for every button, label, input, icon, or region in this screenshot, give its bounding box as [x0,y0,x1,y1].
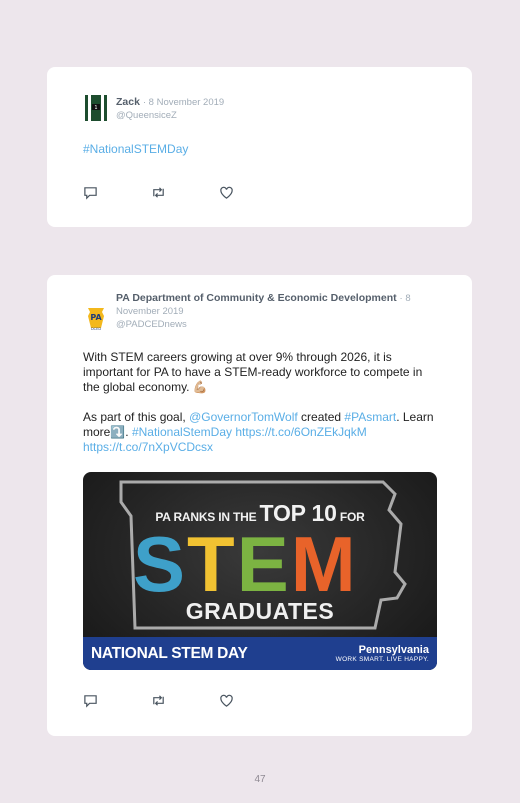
stem-word: STEM [133,524,358,604]
retweet-icon [153,694,164,706]
tweet-paragraph-2: As part of this goal, @GovernorTomWolf c… [83,410,438,455]
tweet-meta: PA Department of Community & Economic De… [116,292,442,331]
author-handle[interactable]: @PADCEDnews [116,318,442,331]
reply-icon [84,186,97,200]
stem-letter-m: M [290,520,358,608]
tweet-meta: Zack · 8 November 2019 @QueensiceZ [116,96,442,122]
like-button[interactable] [219,692,287,708]
hashtag-link[interactable]: #NationalSTEMDay [83,142,438,157]
text-segment: As part of this goal, [83,410,190,424]
text-segment: created [297,410,345,424]
page-number: 47 [254,774,266,785]
pa-brand-logo: Pennsylvania WORK SMART. LIVE HAPPY. [336,644,429,664]
retweet-button[interactable] [151,184,219,200]
url-link[interactable]: https://t.co/6OnZEkJqkM [235,425,366,439]
keystone-avatar-icon: PA DCED [83,305,109,331]
avatar-subtext: DCED [91,327,101,331]
stem-letter-t: T [187,520,237,608]
tweet-date[interactable]: · 8 November 2019 [143,97,224,108]
brand-tagline: WORK SMART. LIVE HAPPY. [335,655,429,663]
author-name[interactable]: PA Department of Community & Economic De… [116,292,397,304]
tweet-actions [83,184,287,200]
avatar[interactable]: 1 [83,95,109,121]
reply-icon [84,694,97,708]
retweet-icon [153,186,164,198]
stem-letter-e: E [236,520,291,608]
like-icon [220,694,233,707]
tweet-actions [83,692,287,708]
author-handle[interactable]: @QueensiceZ [116,109,442,122]
retweet-button[interactable] [151,692,219,708]
mention-link[interactable]: @GovernorTomWolf [189,410,298,424]
hashtag-link[interactable]: #PAsmart [344,410,396,424]
hashtag-link[interactable]: #NationalStemDay [132,425,232,439]
graduates-text: GRADUATES [185,598,335,624]
stem-letter-s: S [133,520,188,608]
jersey-avatar-icon: 1 [85,95,107,121]
brand-name: Pennsylvania [358,643,429,656]
reply-button[interactable] [83,184,151,200]
author-name[interactable]: Zack [116,96,140,108]
tweet-body: With STEM careers growing at over 9% thr… [83,350,438,455]
like-icon [220,186,233,199]
avatar-text: PA [90,313,102,322]
image-banner: NATIONAL STEM DAY Pennsylvania WORK SMAR… [83,637,437,670]
tweet-image[interactable]: PA RANKS IN THE TOP 10 FOR STEM GRADUATE… [83,472,437,670]
national-stem-day-text: NATIONAL STEM DAY [91,644,248,662]
like-button[interactable] [219,184,287,200]
avatar[interactable]: PA DCED [83,305,109,331]
tweet-paragraph-1: With STEM careers growing at over 9% thr… [83,350,423,394]
url-link[interactable]: https://t.co/7nXpVCDcsx [83,440,213,454]
reply-button[interactable] [83,692,151,708]
svg-text:1: 1 [94,105,97,111]
tweet-card-zack: 1 Zack · 8 November 2019 @QueensiceZ #Na… [47,67,472,227]
tweet-card-padced: PA DCED PA Department of Community & Eco… [47,275,472,736]
